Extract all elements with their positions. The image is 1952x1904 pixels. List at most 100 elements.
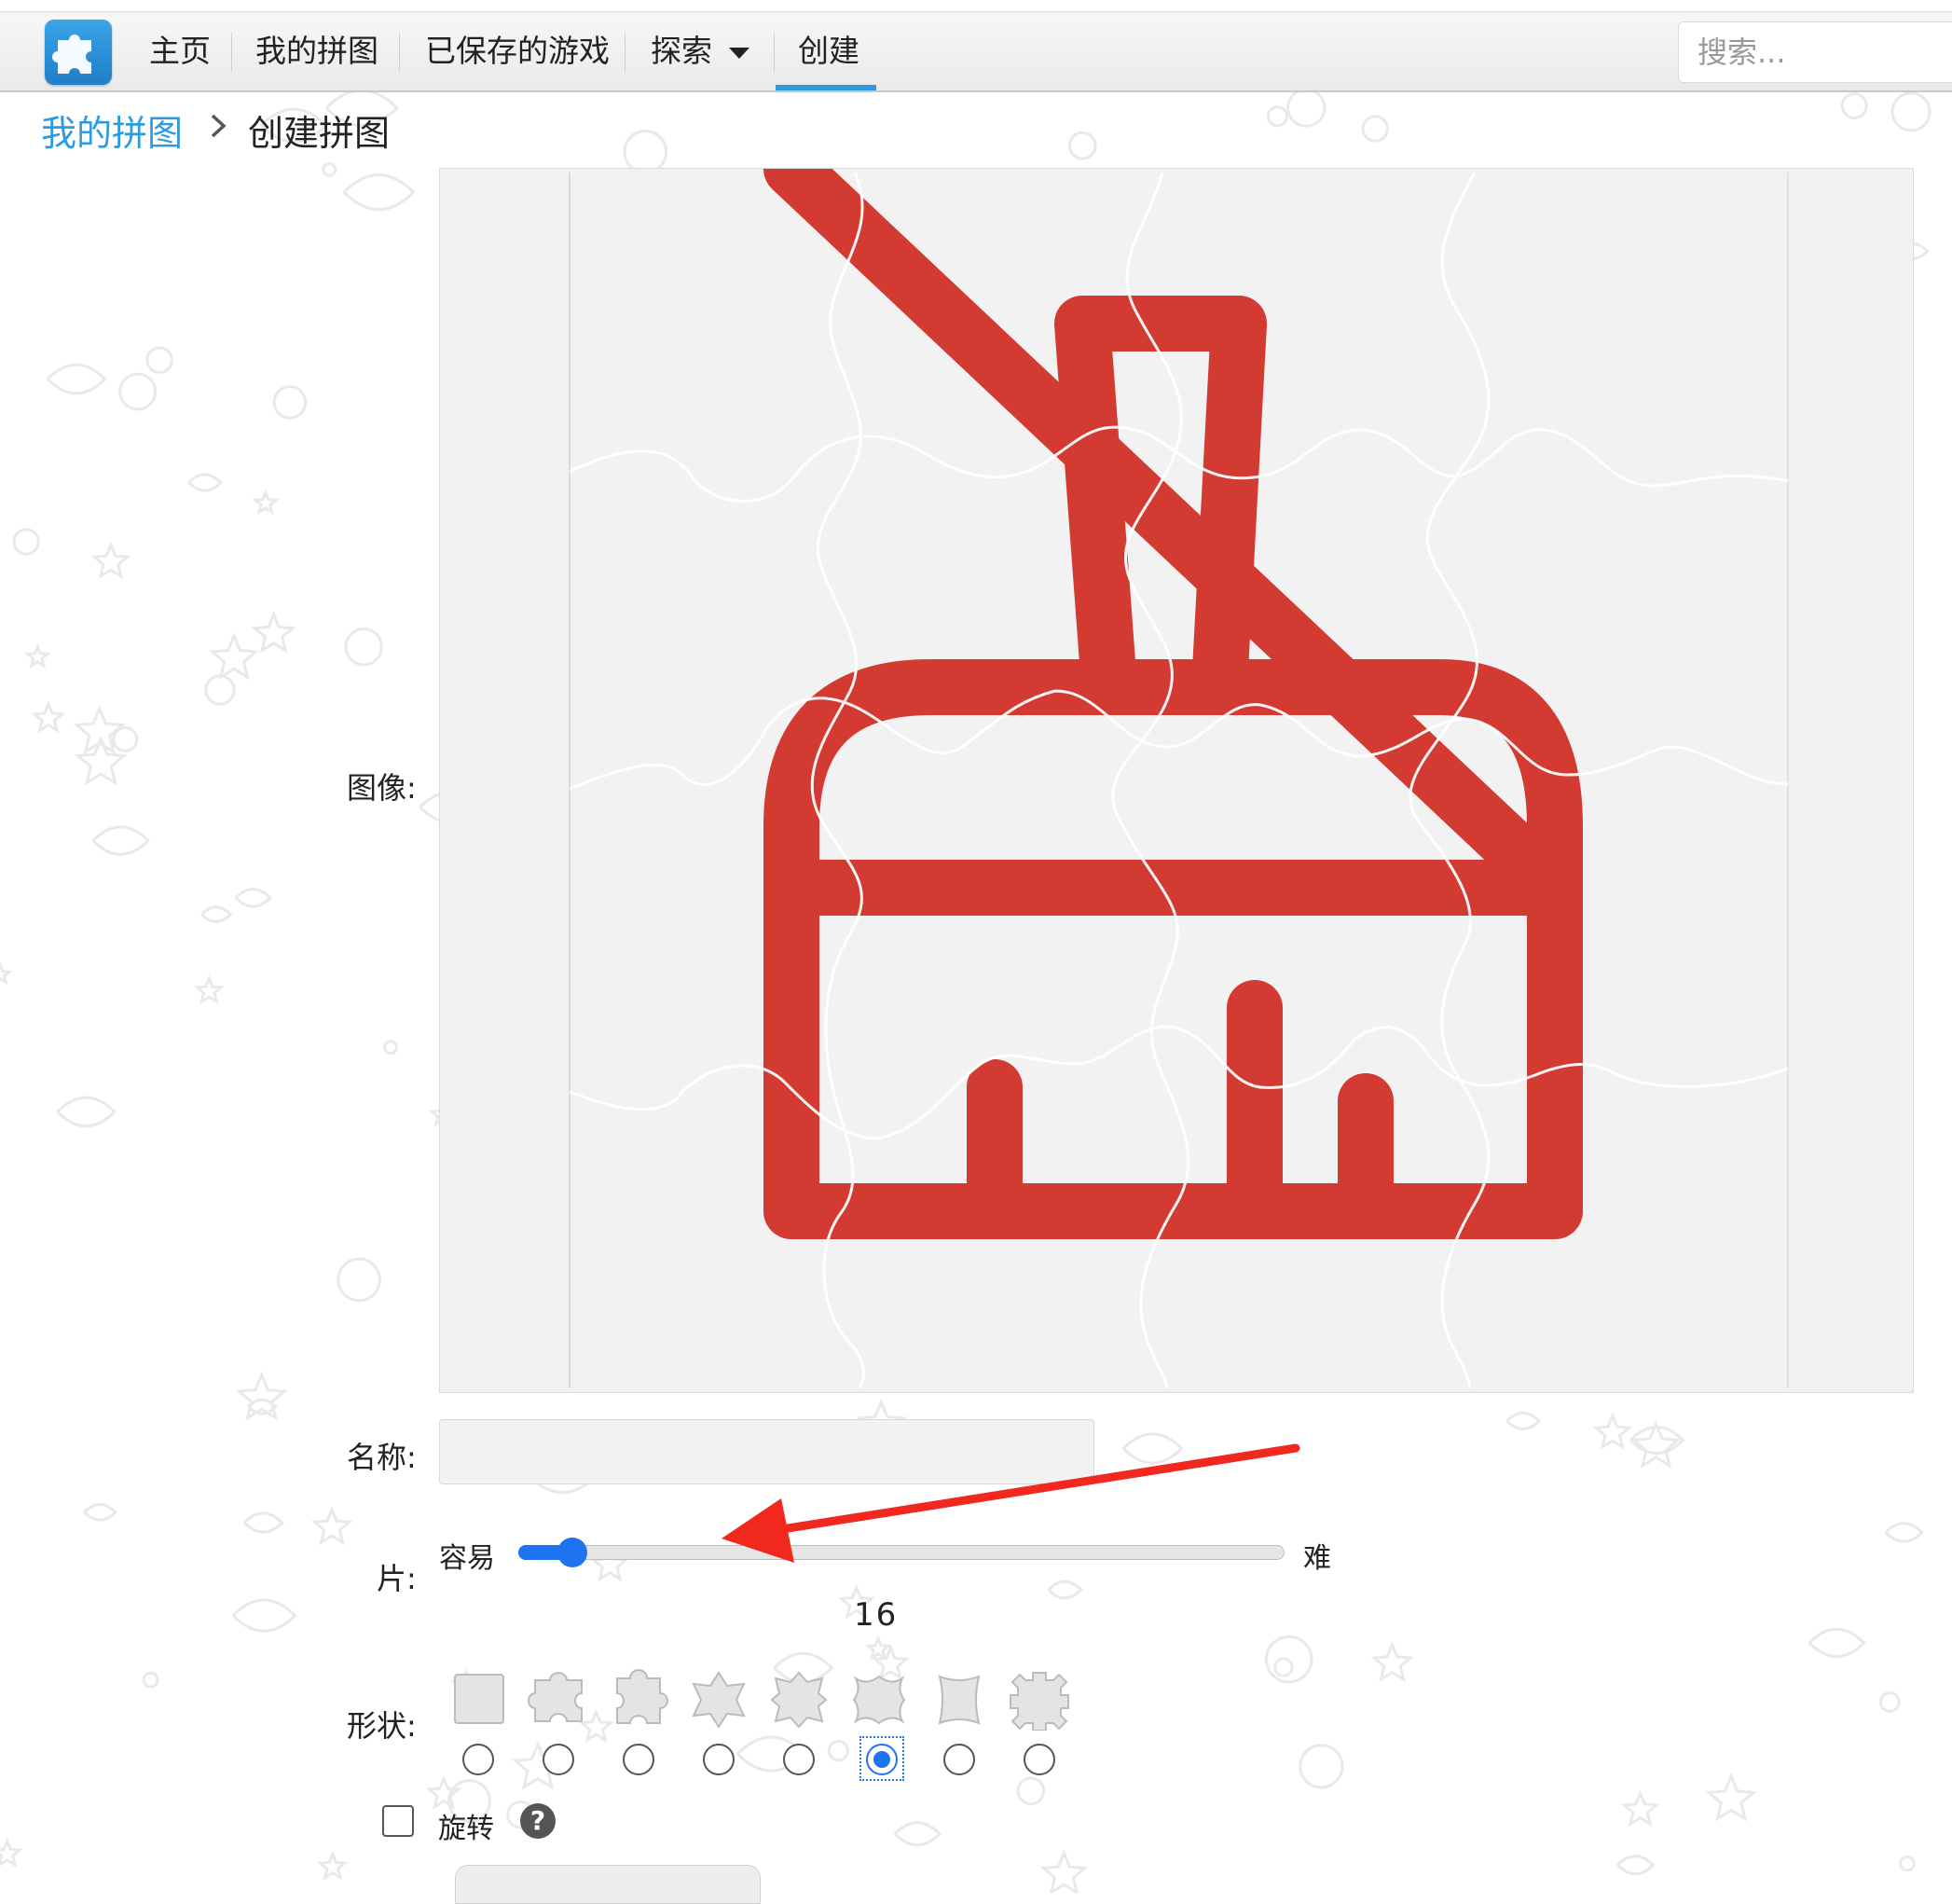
background-doodle (193, 974, 225, 1005)
shape-radio-3[interactable] (623, 1744, 654, 1775)
name-input[interactable] (439, 1419, 1094, 1484)
background-doodle (1299, 1744, 1344, 1789)
background-doodle (234, 888, 273, 908)
nav-divider (399, 33, 400, 72)
breadcrumb-current: 创建拼图 (248, 113, 391, 154)
shape-radio-2[interactable] (543, 1744, 574, 1775)
background-doodle (1121, 1432, 1184, 1465)
background-doodle (1620, 1789, 1660, 1828)
star-piece-shape-icon (692, 1671, 746, 1729)
pointed-piece-shape-icon (770, 1671, 828, 1729)
background-doodle (118, 372, 158, 411)
background-doodle (383, 1040, 399, 1055)
background-doodle (827, 1740, 849, 1762)
background-doodle (322, 161, 337, 177)
background-doodle (623, 130, 668, 174)
background-doodle (1039, 1849, 1089, 1893)
puzzle-piece-icon (52, 34, 91, 74)
help-icon[interactable]: ? (520, 1803, 556, 1839)
chevron-right-icon (211, 114, 227, 138)
background-doodle (425, 1774, 462, 1810)
wavy-piece-shape-icon (852, 1675, 906, 1725)
pieces-label: 片: (377, 1561, 417, 1596)
shape-radio-1[interactable] (462, 1744, 494, 1775)
background-doodle (204, 674, 236, 706)
background-doodle (893, 1821, 942, 1847)
background-doodle (252, 489, 280, 516)
background-doodle (231, 1598, 297, 1633)
background-doodle (251, 610, 296, 654)
background-doodle (272, 385, 308, 420)
pieces-slider-track[interactable] (518, 1545, 1285, 1560)
nav-explore-label: 探索 (651, 33, 712, 69)
top-nav-bar: 主页 我的拼图 已保存的游戏 探索 创建 搜索... (0, 11, 1952, 92)
classic-piece-shape-icon (528, 1672, 583, 1722)
background-doodle (1047, 1580, 1083, 1600)
create-button[interactable] (455, 1865, 761, 1904)
background-doodle (1878, 1691, 1901, 1713)
shape-radio-7[interactable] (943, 1744, 975, 1775)
nav-active-indicator (776, 85, 876, 90)
nav-explore[interactable]: 探索 (651, 12, 749, 90)
nav-divider (231, 33, 232, 72)
background-doodle (1808, 1627, 1866, 1658)
shape-radio-8[interactable] (1024, 1744, 1055, 1775)
classic-piece-alt-shape-icon (616, 1669, 668, 1724)
breadcrumb-my-puzzles[interactable]: 我的拼图 (41, 104, 183, 156)
background-doodle (90, 541, 131, 580)
background-doodle (1016, 1776, 1046, 1806)
pieces-count: 16 (854, 1596, 899, 1634)
background-doodle (342, 173, 416, 212)
background-doodle (242, 1511, 284, 1534)
background-doodle (142, 1671, 159, 1689)
pieces-slider-thumb[interactable] (557, 1538, 587, 1567)
background-doodle (0, 1837, 23, 1869)
background-doodle (56, 1096, 117, 1128)
background-doodle (316, 1850, 349, 1881)
shape-radio-4[interactable] (703, 1744, 735, 1775)
background-doodle (0, 961, 13, 986)
background-doodle (12, 528, 40, 556)
rotate-label: 旋转 (438, 1813, 494, 1845)
background-doodle (344, 628, 383, 667)
background-doodle (47, 363, 107, 395)
rotate-checkbox[interactable] (382, 1805, 414, 1837)
app-logo[interactable] (45, 20, 112, 85)
curved-piece-shape-icon (938, 1675, 981, 1725)
background-doodle (1899, 1855, 1916, 1872)
background-doodle (1616, 1855, 1656, 1876)
nav-create[interactable]: 创建 (798, 12, 859, 90)
background-doodle (337, 1257, 381, 1303)
gear-piece-shape-icon (1010, 1672, 1069, 1731)
background-doodle (864, 1635, 892, 1662)
name-label: 名称: (347, 1440, 417, 1475)
puzzle-preview (569, 169, 1789, 1389)
shape-radio-6[interactable] (866, 1744, 898, 1775)
search-input[interactable]: 搜索... (1678, 21, 1952, 83)
background-doodle (1890, 91, 1931, 132)
nav-home[interactable]: 主页 (149, 12, 211, 90)
nav-divider (774, 33, 775, 72)
nav-my-puzzles[interactable]: 我的拼图 (255, 12, 378, 90)
hard-label: 难 (1303, 1542, 1331, 1575)
background-doodle (235, 1371, 288, 1421)
background-doodle (31, 700, 66, 734)
background-doodle (1505, 1411, 1542, 1431)
shape-label: 形状: (347, 1708, 417, 1744)
image-preview[interactable] (439, 168, 1914, 1393)
background-doodle (1840, 92, 1868, 119)
background-doodle (310, 1505, 353, 1546)
background-doodle (83, 1502, 118, 1522)
background-doodle (187, 473, 223, 492)
background-doodle (209, 632, 260, 681)
image-label: 图像: (347, 770, 417, 806)
background-doodle (91, 825, 150, 856)
background-doodle (1286, 88, 1327, 128)
nav-saved-games[interactable]: 已保存的游戏 (425, 12, 610, 90)
background-doodle (1266, 105, 1288, 128)
background-doodle (1067, 131, 1097, 160)
background-doodle (1592, 1412, 1633, 1450)
background-doodle (145, 346, 173, 374)
shape-radio-5[interactable] (783, 1744, 815, 1775)
background-doodle (1361, 115, 1389, 143)
